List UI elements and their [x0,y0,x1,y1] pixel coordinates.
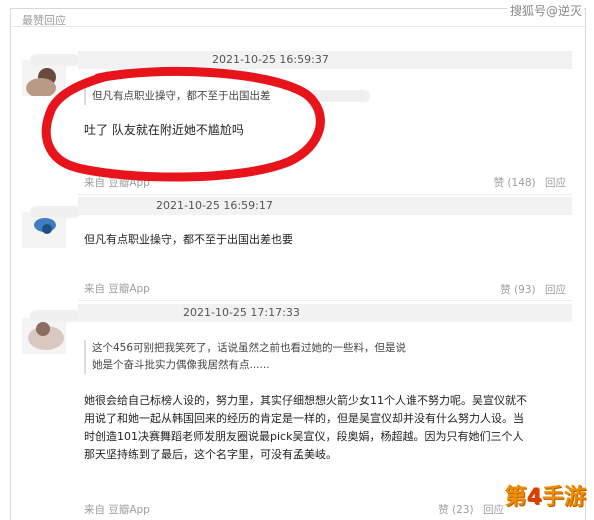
comment-actions: 赞 (93) 回应 [494,282,566,297]
logo-suffix: 手游 [541,485,586,510]
reply-button[interactable]: 回应 [545,284,566,296]
comment-timestamp: 2021-10-25 16:59:37 [212,53,329,66]
comment-meta-bar: 2021-10-25 16:59:17 [78,197,572,215]
reply-button[interactable]: 回应 [483,504,504,516]
comment-text: 但凡有点职业操守，都不至于出国出差也要 [84,233,293,246]
username-blur [30,206,80,218]
quote-line: 这个456可别把我笑死了，话说虽然之前也看过她的一些料，但是说 [92,342,407,354]
comment-actions: 赞 (23) 回应 [432,502,504,517]
username-blur [30,310,80,322]
logo-prefix: 第 [504,485,527,510]
comment-timestamp: 2021-10-25 16:59:17 [156,199,273,212]
quoted-reply: 这个456可别把我笑死了，话说虽然之前也看过她的一些料，但是说 她是个奋斗批实力… [84,340,406,374]
brand-logo: 第4手游 [505,479,586,511]
username-blur [30,54,80,66]
comment-divider [78,300,572,301]
like-button[interactable]: 赞 (148) [494,177,536,189]
text-line: 用说了和她一起从韩国回来的经历的肯定是一样的，但是吴宣仪却并没有什么努力人设。当 [84,412,524,425]
comment-meta-bar: 2021-10-25 16:59:37 [78,51,572,69]
logo-number: 4 [526,485,542,510]
quote-line: 她是个奋斗批实力偶像我居然有点...... [92,359,270,371]
comment-actions: 赞 (148) 回应 [488,175,566,190]
comment-timestamp: 2021-10-25 17:17:33 [183,306,300,319]
quote-blur [310,90,370,102]
comment-source: 来自 豆瓣App [84,177,150,189]
text-line: 她很会给自己标榜人设的，努力里，其实仔细想想火箭少女11个人谁不努力呢。吴宣仪就… [84,394,527,407]
comment-text: 她很会给自己标榜人设的，努力里，其实仔细想想火箭少女11个人谁不努力呢。吴宣仪就… [84,392,574,464]
header-divider [10,26,585,27]
comment-text: 吐了 队友就在附近她不尴尬吗 [84,123,244,137]
text-line: 时创造101决赛舞蹈老师发朋友圈说最pick吴宣仪，段奥娟，杨超越。因为只有她们… [84,430,524,443]
reply-button[interactable]: 回应 [545,177,566,189]
comment-source: 来自 豆瓣App [84,283,150,295]
comment-source: 来自 豆瓣App [84,504,150,516]
quoted-reply: 但凡有点职业操守，都不至于出国出差 [84,88,271,105]
comment-meta-bar: 2021-10-25 17:17:33 [78,304,572,322]
like-button[interactable]: 赞 (23) [438,504,473,516]
text-line: 那天坚持练到了最后，这个名字里，可没有孟美岐。 [84,448,337,461]
comment-divider [78,194,572,195]
like-button[interactable]: 赞 (93) [500,284,535,296]
avatar[interactable] [22,318,66,354]
source-watermark: 搜狐号@逆灭 [507,2,584,19]
